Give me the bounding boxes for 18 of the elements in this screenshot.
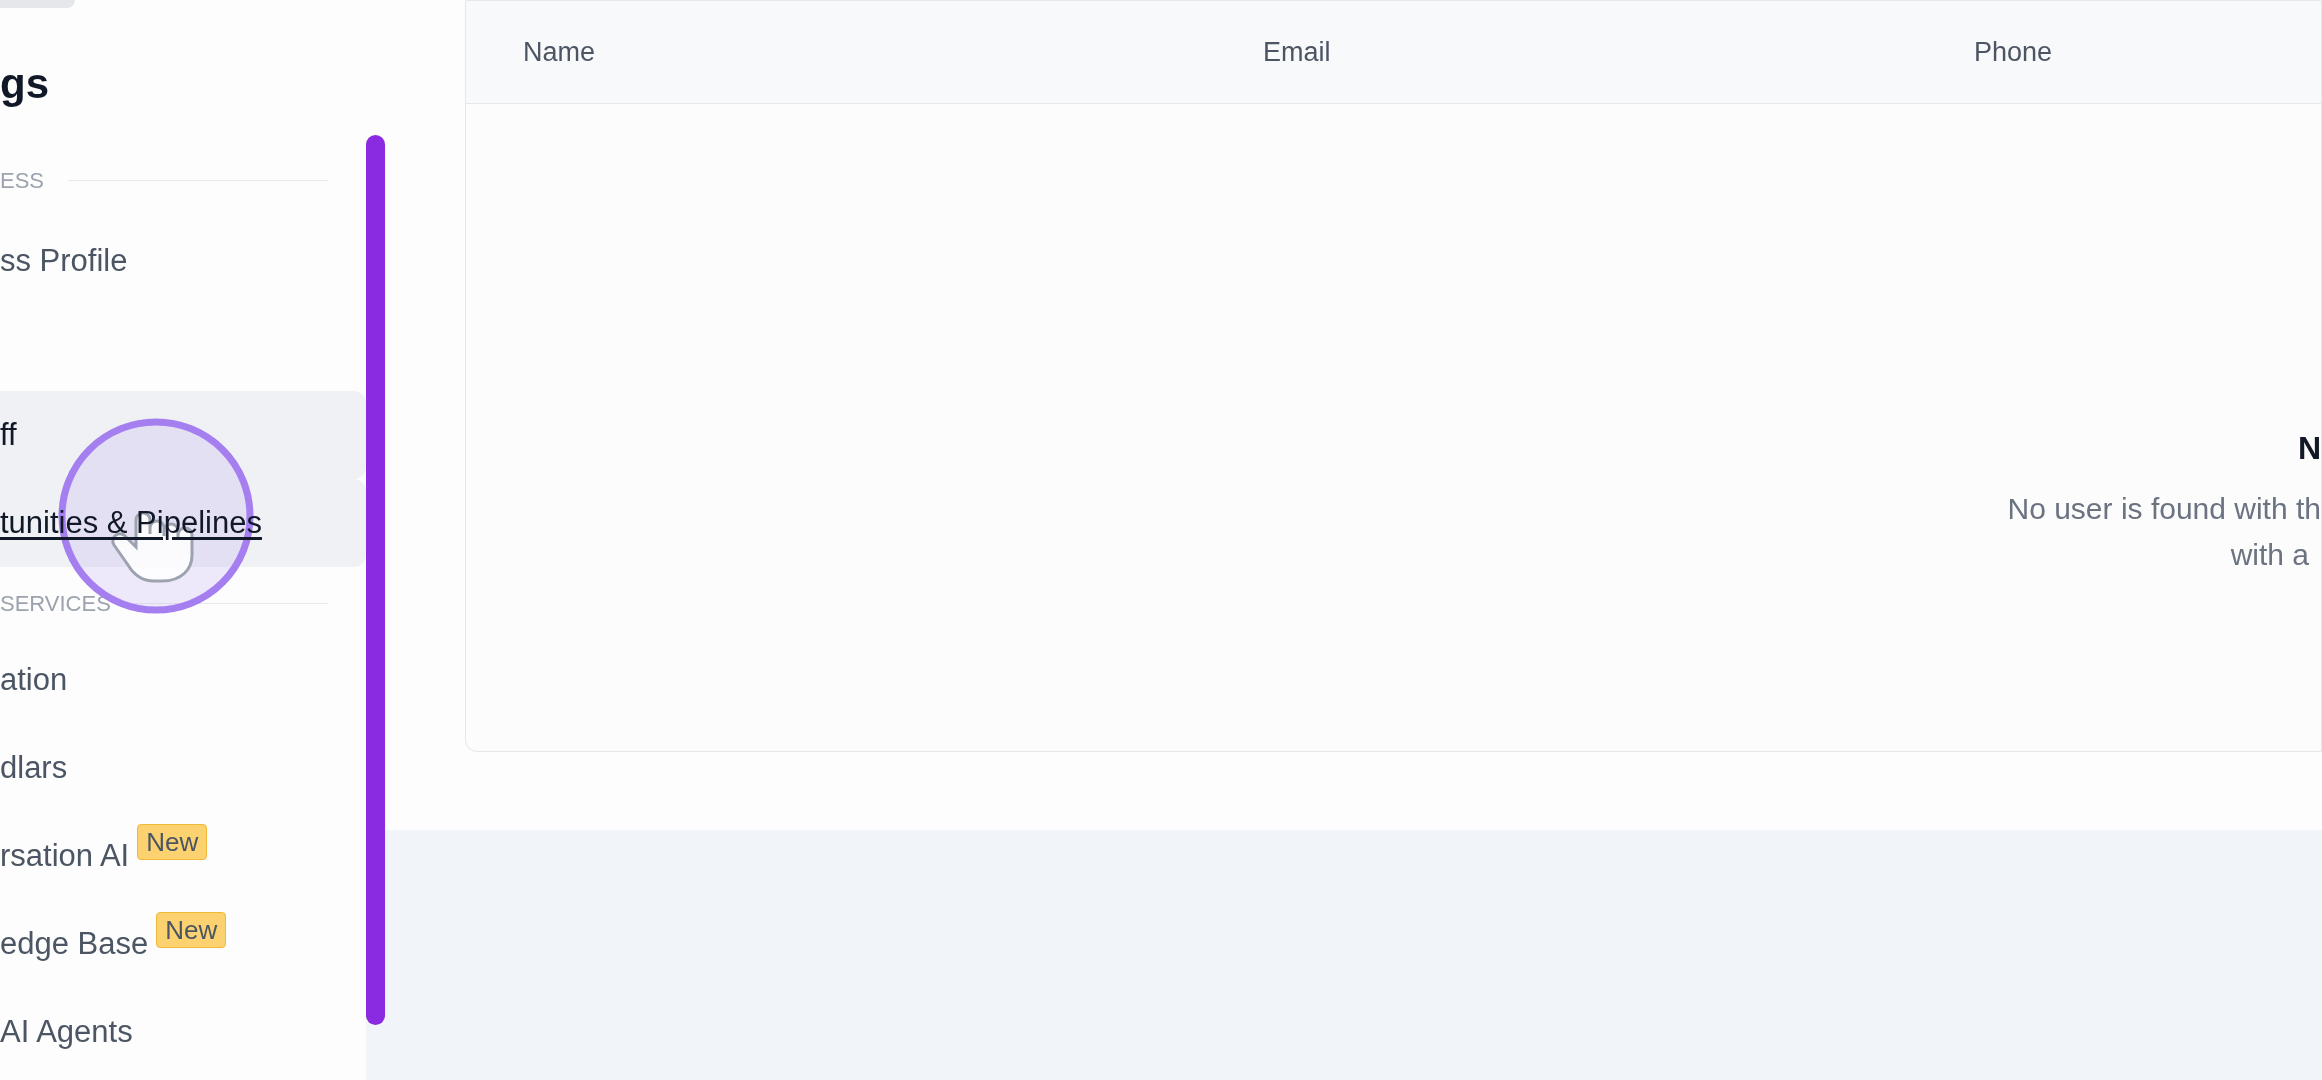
column-header: Email (1263, 36, 1331, 67)
empty-state-title: N (2297, 429, 2321, 468)
column-header: Name (523, 36, 596, 67)
settings-title: gs (0, 59, 50, 109)
section-label: ESS (0, 167, 45, 195)
sidebar-item[interactable]: dlars (0, 744, 68, 792)
sidebar-item[interactable]: ff (0, 411, 17, 459)
sidebar-item[interactable]: ss Profile (0, 237, 128, 285)
column-header: Phone (1974, 36, 2053, 67)
new-badge: New (156, 912, 227, 948)
section-label: SERVICES (0, 590, 111, 618)
sidebar-item[interactable]: rsation AI (0, 832, 130, 880)
sidebar-item[interactable]: AI Agents (0, 1008, 133, 1056)
sidebar-item[interactable]: ation (0, 656, 68, 704)
new-badge: New (137, 824, 208, 860)
sidebar-item[interactable]: edge Base (0, 920, 149, 968)
empty-state-message: No user is found with th with a (2007, 491, 2321, 573)
scrollbar[interactable] (366, 135, 385, 1025)
